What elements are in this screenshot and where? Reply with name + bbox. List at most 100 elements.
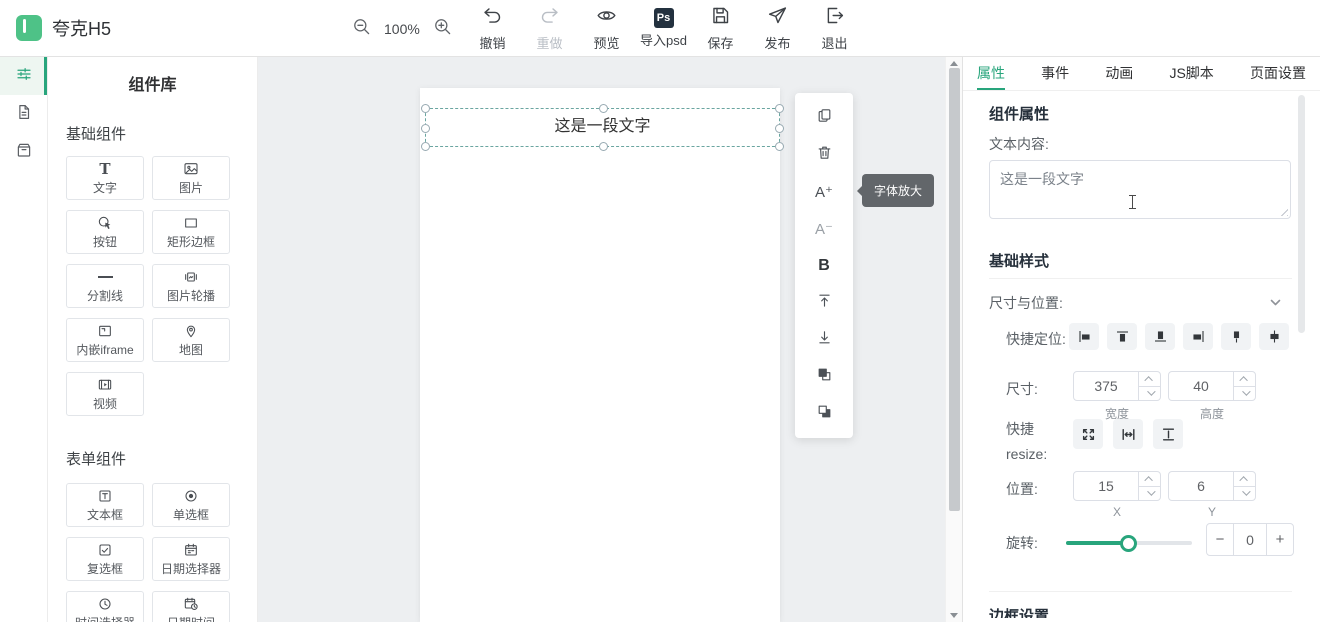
width-increase-arrow[interactable] — [1139, 372, 1160, 386]
rotate-decrease-button[interactable]: − — [1207, 524, 1234, 555]
library-item-map[interactable]: 地图 — [152, 318, 230, 362]
library-item-date-picker[interactable]: 日期选择器 — [152, 537, 230, 581]
text-content-input[interactable]: 这是一段文字 — [989, 160, 1291, 219]
rotate-increase-button[interactable]: + — [1266, 524, 1293, 555]
copy-element-button[interactable] — [795, 99, 853, 136]
zoom-out-icon[interactable] — [352, 17, 371, 41]
carousel-icon — [183, 269, 199, 286]
rail-item-pages[interactable] — [0, 95, 47, 133]
library-item-rect-border[interactable]: 矩形边框 — [152, 210, 230, 254]
delete-element-button[interactable] — [795, 136, 853, 173]
move-layer-up-button[interactable] — [795, 358, 853, 395]
library-item-time-picker[interactable]: 时间选择器 — [66, 591, 144, 622]
rotate-slider-handle[interactable] — [1120, 535, 1137, 552]
publish-button[interactable]: 发布 — [749, 5, 806, 52]
y-decrease-arrow[interactable] — [1234, 485, 1255, 501]
selected-text-element[interactable]: 这是一段文字 — [421, 104, 784, 151]
library-item-text[interactable]: T 文字 — [66, 156, 144, 200]
library-item-datetime[interactable]: 日期时间 — [152, 591, 230, 622]
align-vertical-center-button[interactable] — [1221, 323, 1251, 350]
library-item-carousel[interactable]: 图片轮播 — [152, 264, 230, 308]
rotate-value[interactable]: 0 — [1234, 524, 1266, 555]
library-item-video[interactable]: 视频 — [66, 372, 144, 416]
align-top-button[interactable] — [1107, 323, 1137, 350]
height-decrease-arrow[interactable] — [1234, 385, 1255, 401]
date-picker-icon — [183, 542, 199, 559]
rail-item-assets[interactable] — [0, 133, 47, 171]
align-left-button[interactable] — [1069, 323, 1099, 350]
font-increase-button[interactable]: A⁺ — [795, 173, 853, 210]
app-logo: 夸克H5 — [16, 15, 111, 41]
scroll-up-arrow-icon[interactable] — [950, 61, 958, 66]
rail-item-components[interactable] — [0, 57, 47, 95]
save-button[interactable]: 保存 — [692, 5, 749, 52]
tab-events[interactable]: 事件 — [1041, 57, 1069, 90]
height-input[interactable] — [1169, 372, 1233, 400]
left-rail — [0, 57, 48, 622]
redo-icon — [539, 5, 560, 31]
library-item-textbox[interactable]: 文本框 — [66, 483, 144, 527]
redo-button[interactable]: 重做 — [521, 5, 578, 52]
resize-width-button[interactable] — [1113, 419, 1143, 449]
text-element-content: 这是一段文字 — [554, 118, 651, 135]
zoom-in-icon[interactable] — [433, 17, 452, 41]
form-components-grid: 文本框 单选框 复选框 日期选择器 时间选择器 — [66, 483, 257, 622]
library-item-checkbox[interactable]: 复选框 — [66, 537, 144, 581]
resize-height-button[interactable] — [1153, 419, 1183, 449]
resize-full-button[interactable] — [1073, 419, 1103, 449]
height-increase-arrow[interactable] — [1234, 372, 1255, 386]
tab-js-script[interactable]: JS脚本 — [1169, 57, 1213, 90]
resize-handle-bottom-left[interactable] — [421, 142, 430, 151]
align-bottom-button[interactable] — [1145, 323, 1175, 350]
bring-to-front-button[interactable] — [795, 284, 853, 321]
y-stepper — [1168, 471, 1256, 501]
radio-icon — [183, 488, 199, 505]
tab-page-settings[interactable]: 页面设置 — [1250, 57, 1306, 90]
y-input[interactable] — [1169, 472, 1233, 500]
library-item-divider[interactable]: 分割线 — [66, 264, 144, 308]
x-decrease-arrow[interactable] — [1139, 485, 1160, 501]
library-item-button[interactable]: 按钮 — [66, 210, 144, 254]
undo-button[interactable]: 撤销 — [464, 5, 521, 52]
font-increase-tooltip: 字体放大 — [856, 174, 935, 207]
align-horizontal-center-button[interactable] — [1259, 323, 1289, 350]
width-input[interactable] — [1074, 372, 1138, 400]
move-layer-down-button[interactable] — [795, 395, 853, 432]
canvas-scrollbar-thumb[interactable] — [949, 68, 960, 511]
scroll-down-arrow-icon[interactable] — [950, 613, 958, 618]
resize-handle-middle-left[interactable] — [421, 123, 430, 133]
datetime-icon — [183, 596, 199, 613]
resize-handle-top-left[interactable] — [421, 104, 430, 113]
resize-handle-bottom-right[interactable] — [775, 142, 784, 151]
tab-properties[interactable]: 属性 — [977, 57, 1005, 90]
resize-handle-bottom-center[interactable] — [598, 142, 608, 151]
y-increase-arrow[interactable] — [1234, 472, 1255, 486]
canvas-scrollbar[interactable] — [945, 57, 962, 622]
bold-button[interactable]: B — [795, 247, 853, 284]
library-item-iframe[interactable]: 内嵌iframe — [66, 318, 144, 362]
document-icon — [15, 103, 33, 126]
send-to-back-button[interactable] — [795, 321, 853, 358]
resize-handle-top-right[interactable] — [775, 104, 784, 113]
preview-button[interactable]: 预览 — [578, 5, 635, 52]
x-input[interactable] — [1074, 472, 1138, 500]
library-item-image[interactable]: 图片 — [152, 156, 230, 200]
align-right-button[interactable] — [1183, 323, 1213, 350]
inspector-scrollbar-thumb[interactable] — [1298, 95, 1305, 333]
layer-front-icon — [816, 366, 833, 387]
resize-handle-top-center[interactable] — [598, 104, 608, 113]
resize-handle-middle-right[interactable] — [775, 123, 784, 133]
import-psd-button[interactable]: Ps 导入psd — [635, 8, 692, 49]
exit-button[interactable]: 退出 — [806, 5, 863, 52]
textbox-icon — [97, 488, 113, 505]
width-decrease-arrow[interactable] — [1139, 385, 1160, 401]
component-props-title: 组件属性 — [989, 106, 1050, 123]
font-decrease-button[interactable]: A⁻ — [795, 210, 853, 247]
size-position-label: 尺寸与位置: — [989, 295, 1063, 311]
page-canvas[interactable]: 这是一段文字 — [420, 88, 784, 622]
trash-icon — [816, 144, 833, 165]
chevron-down-icon[interactable] — [1269, 296, 1282, 314]
tab-animation[interactable]: 动画 — [1105, 57, 1133, 90]
library-item-radio[interactable]: 单选框 — [152, 483, 230, 527]
x-increase-arrow[interactable] — [1139, 472, 1160, 486]
